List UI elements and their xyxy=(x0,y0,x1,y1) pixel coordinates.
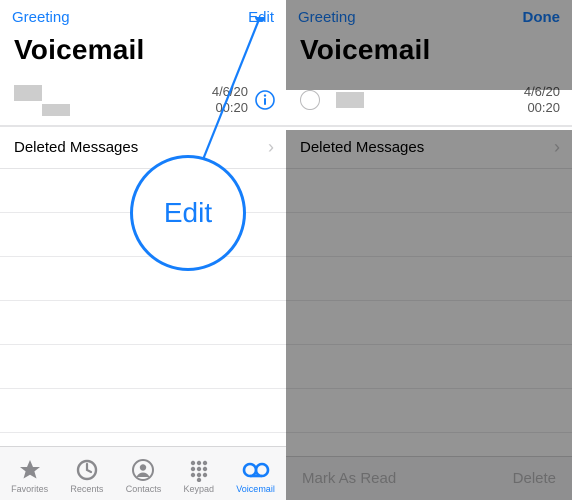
info-icon[interactable] xyxy=(254,89,276,111)
voicemail-pane-normal: Greeting Edit Voicemail 4/6/20 00:20 Del… xyxy=(0,0,286,500)
delete-button[interactable]: Delete xyxy=(513,470,556,487)
title-bar: Voicemail xyxy=(0,32,286,76)
title-bar: Voicemail xyxy=(286,32,572,76)
tab-favorites[interactable]: Favorites xyxy=(11,458,48,494)
tab-label: Keypad xyxy=(184,484,215,494)
page-title: Voicemail xyxy=(14,34,274,66)
navbar: Greeting Done xyxy=(286,0,572,32)
edit-button[interactable]: Edit xyxy=(248,9,274,26)
select-circle-icon[interactable] xyxy=(300,90,320,110)
list-filler xyxy=(0,169,286,433)
caller-placeholder xyxy=(330,92,370,108)
deleted-messages-row[interactable]: Deleted Messages › xyxy=(286,126,572,169)
tab-bar: Favorites Recents Contacts Keypad xyxy=(0,446,286,500)
voicemail-meta: 4/6/20 00:20 xyxy=(212,84,254,117)
tab-voicemail[interactable]: Voicemail xyxy=(236,458,275,494)
deleted-messages-label: Deleted Messages xyxy=(14,139,138,156)
deleted-messages-label: Deleted Messages xyxy=(300,139,424,156)
greeting-button[interactable]: Greeting xyxy=(12,9,70,26)
done-button[interactable]: Done xyxy=(523,9,561,26)
voicemail-date: 4/6/20 xyxy=(524,84,560,100)
tab-contacts[interactable]: Contacts xyxy=(126,458,162,494)
greeting-button[interactable]: Greeting xyxy=(298,9,356,26)
voicemail-meta: 4/6/20 00:20 xyxy=(524,84,562,117)
voicemail-row[interactable]: 4/6/20 00:20 xyxy=(0,76,286,126)
chevron-right-icon: › xyxy=(268,137,274,158)
list-filler xyxy=(286,169,572,433)
mark-as-read-button[interactable]: Mark As Read xyxy=(302,470,396,487)
voicemail-row[interactable]: 4/6/20 00:20 xyxy=(286,76,572,126)
voicemail-duration: 00:20 xyxy=(212,100,248,116)
voicemail-duration: 00:20 xyxy=(524,100,560,116)
tab-label: Recents xyxy=(70,484,103,494)
caller-placeholder xyxy=(14,85,70,116)
tab-recents[interactable]: Recents xyxy=(70,458,103,494)
navbar: Greeting Edit xyxy=(0,0,286,32)
tab-keypad[interactable]: Keypad xyxy=(184,458,215,494)
chevron-right-icon: › xyxy=(554,137,560,158)
edit-action-bar: Mark As Read Delete xyxy=(286,456,572,500)
tab-label: Voicemail xyxy=(236,484,275,494)
page-title: Voicemail xyxy=(300,34,560,66)
tab-label: Favorites xyxy=(11,484,48,494)
voicemail-date: 4/6/20 xyxy=(212,84,248,100)
tab-label: Contacts xyxy=(126,484,162,494)
deleted-messages-row[interactable]: Deleted Messages › xyxy=(0,126,286,169)
voicemail-pane-edit: Greeting Done Voicemail 4/6/20 00:20 Del… xyxy=(286,0,572,500)
